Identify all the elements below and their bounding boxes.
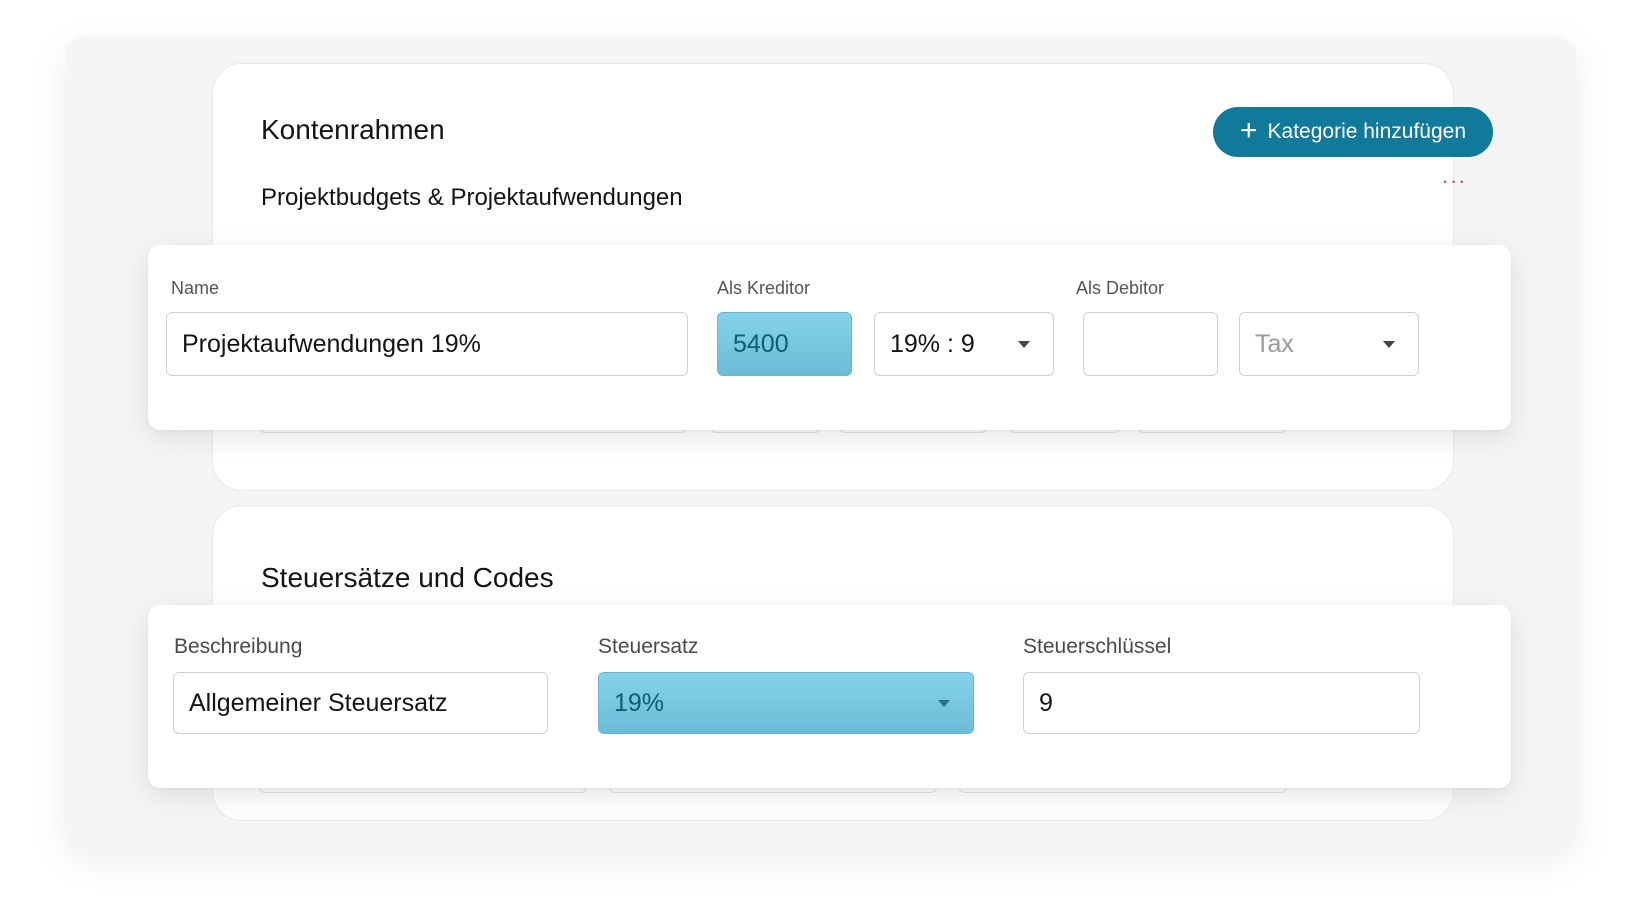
tax-rate-value: 19% xyxy=(614,688,665,717)
account-row-editor: Name Als Kreditor Als Debitor Projektauf… xyxy=(148,245,1511,430)
creditor-tax-value: 19% : 9 xyxy=(890,329,975,358)
tax-key-value: 9 xyxy=(1039,688,1053,717)
debtor-tax-placeholder: Tax xyxy=(1255,329,1294,358)
name-label: Name xyxy=(171,278,220,298)
more-options-icon[interactable]: ··· xyxy=(1434,170,1474,200)
account-name-input[interactable]: Projektaufwendungen 19% xyxy=(166,312,688,376)
debtor-label: Als Debitor xyxy=(1076,278,1165,298)
account-name-value: Projektaufwendungen 19% xyxy=(182,329,481,358)
tax-key-label: Steuerschlüssel xyxy=(1023,635,1172,658)
debtor-account-input[interactable] xyxy=(1083,312,1218,376)
plus-icon: + xyxy=(1239,113,1258,147)
add-category-label: Kategorie hinzufügen xyxy=(1267,120,1467,143)
chevron-down-icon xyxy=(1383,340,1395,348)
tax-description-value: Allgemeiner Steuersatz xyxy=(189,688,448,717)
add-category-button[interactable]: + Kategorie hinzufügen xyxy=(1213,107,1493,157)
tax-rate-select[interactable]: 19% xyxy=(598,672,974,734)
debtor-tax-select[interactable]: Tax xyxy=(1239,312,1419,376)
section-title: Steuersätze und Codes xyxy=(261,562,554,593)
group-title: Projektbudgets & Projektaufwendungen xyxy=(261,184,683,211)
chevron-down-icon xyxy=(1018,340,1030,348)
creditor-label: Als Kreditor xyxy=(717,278,811,298)
creditor-account-value: 5400 xyxy=(733,329,789,358)
creditor-account-input[interactable]: 5400 xyxy=(717,312,852,376)
tax-row-editor: Beschreibung Steuersatz Steuerschlüssel … xyxy=(148,605,1511,788)
tax-description-input[interactable]: Allgemeiner Steuersatz xyxy=(173,672,548,734)
creditor-tax-select[interactable]: 19% : 9 xyxy=(874,312,1054,376)
description-label: Beschreibung xyxy=(174,635,303,658)
tax-rate-label: Steuersatz xyxy=(598,635,699,658)
section-title: Kontenrahmen xyxy=(261,114,445,145)
tax-key-input[interactable]: 9 xyxy=(1023,672,1420,734)
chevron-down-icon xyxy=(938,699,950,707)
